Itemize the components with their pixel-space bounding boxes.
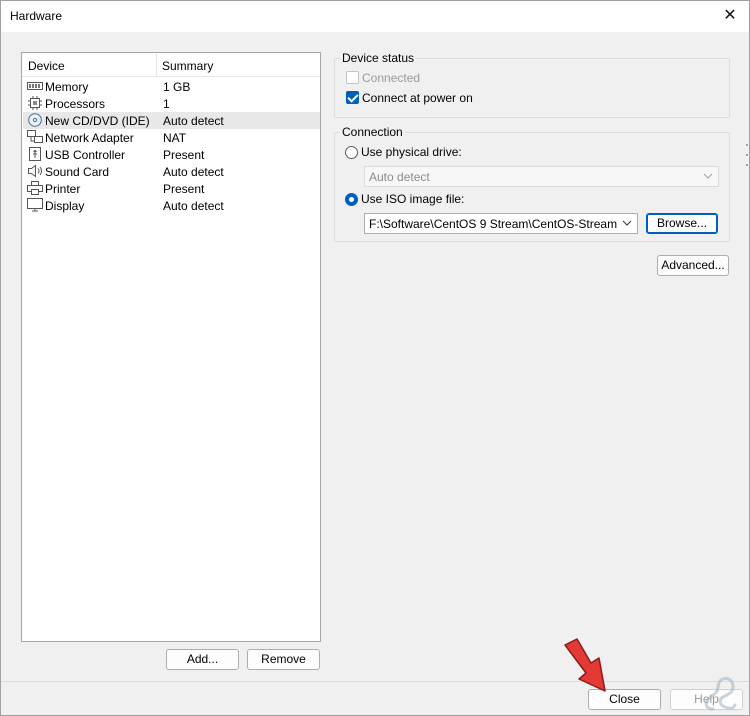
close-button-label: Close bbox=[609, 692, 640, 706]
window-title: Hardware bbox=[10, 9, 63, 23]
chevron-down-icon[interactable] bbox=[621, 217, 633, 229]
iso-image-path-input[interactable]: F:\Software\CentOS 9 Stream\CentOS-Strea… bbox=[364, 213, 638, 234]
connect-at-power-on-checkbox[interactable] bbox=[346, 91, 359, 104]
device-list: Device Summary Memory 1 GB Processors 1 … bbox=[21, 52, 321, 642]
device-name: Memory bbox=[45, 80, 89, 94]
device-status-group bbox=[334, 58, 730, 118]
add-button-label: Add... bbox=[186, 652, 219, 666]
device-name: Printer bbox=[45, 182, 81, 196]
device-row-cd-dvd[interactable]: New CD/DVD (IDE) Auto detect bbox=[23, 112, 320, 129]
device-list-header: Device Summary bbox=[22, 53, 320, 77]
use-iso-image-radio[interactable] bbox=[345, 193, 358, 206]
device-row-display[interactable]: Display Auto detect bbox=[23, 197, 320, 214]
connected-checkbox[interactable] bbox=[346, 71, 359, 84]
device-summary: 1 bbox=[163, 97, 170, 111]
chevron-down-icon bbox=[703, 173, 713, 179]
device-summary: Auto detect bbox=[163, 199, 224, 213]
device-row-sound-card[interactable]: Sound Card Auto detect bbox=[23, 163, 320, 180]
use-physical-drive-label: Use physical drive: bbox=[361, 145, 462, 159]
scroll-indicator bbox=[746, 144, 748, 166]
red-arrow-annotation bbox=[564, 638, 606, 692]
hardware-dialog: Hardware ✕ Device Summary Memory 1 GB Pr… bbox=[0, 0, 750, 716]
device-status-title: Device status bbox=[340, 51, 417, 65]
usb-icon bbox=[29, 147, 41, 161]
printer-icon bbox=[27, 181, 43, 195]
network-icon bbox=[27, 130, 43, 143]
device-summary: Auto detect bbox=[163, 165, 224, 179]
title-bar: Hardware ✕ bbox=[1, 1, 749, 32]
device-name: Processors bbox=[45, 97, 106, 111]
close-window-icon[interactable]: ✕ bbox=[719, 5, 741, 27]
connected-label: Connected bbox=[362, 71, 421, 85]
browse-button[interactable]: Browse... bbox=[646, 213, 718, 234]
memory-icon bbox=[27, 82, 43, 90]
device-row-printer[interactable]: Printer Present bbox=[23, 180, 320, 197]
monitor-icon bbox=[27, 198, 43, 212]
device-summary: Present bbox=[163, 148, 205, 162]
device-name: USB Controller bbox=[45, 148, 126, 162]
device-row-processors[interactable]: Processors 1 bbox=[23, 95, 320, 112]
remove-button[interactable]: Remove bbox=[247, 649, 320, 670]
cd-dvd-icon bbox=[28, 113, 42, 127]
use-iso-image-label: Use ISO image file: bbox=[361, 192, 465, 206]
physical-drive-value: Auto detect bbox=[369, 170, 430, 184]
physical-drive-select[interactable]: Auto detect bbox=[364, 166, 719, 187]
column-header-device[interactable]: Device bbox=[28, 59, 65, 73]
device-name: New CD/DVD (IDE) bbox=[45, 114, 150, 128]
browse-button-label: Browse... bbox=[656, 216, 707, 230]
device-row-network-adapter[interactable]: Network Adapter NAT bbox=[23, 129, 320, 146]
connect-at-power-on-label: Connect at power on bbox=[362, 91, 473, 105]
device-name: Display bbox=[45, 199, 85, 213]
column-header-summary[interactable]: Summary bbox=[162, 59, 213, 73]
device-name: Sound Card bbox=[45, 165, 110, 179]
iso-image-path-value: F:\Software\CentOS 9 Stream\CentOS-Strea… bbox=[369, 217, 617, 231]
remove-button-label: Remove bbox=[261, 652, 306, 666]
connection-title: Connection bbox=[340, 125, 405, 139]
device-summary: Present bbox=[163, 182, 205, 196]
processor-icon bbox=[28, 96, 42, 110]
add-button[interactable]: Add... bbox=[166, 649, 239, 670]
device-name: Network Adapter bbox=[45, 131, 134, 145]
device-row-usb-controller[interactable]: USB Controller Present bbox=[23, 146, 320, 163]
advanced-button-label: Advanced... bbox=[661, 258, 725, 272]
device-summary: Auto detect bbox=[163, 114, 224, 128]
use-physical-drive-radio[interactable] bbox=[345, 146, 358, 159]
column-divider[interactable] bbox=[156, 53, 157, 77]
device-summary: 1 GB bbox=[163, 80, 191, 94]
speaker-icon bbox=[28, 164, 42, 178]
footer-separator bbox=[1, 681, 749, 682]
advanced-button[interactable]: Advanced... bbox=[657, 255, 729, 276]
watermark-logo bbox=[704, 677, 737, 711]
device-row-memory[interactable]: Memory 1 GB bbox=[23, 78, 320, 95]
device-summary: NAT bbox=[163, 131, 187, 145]
